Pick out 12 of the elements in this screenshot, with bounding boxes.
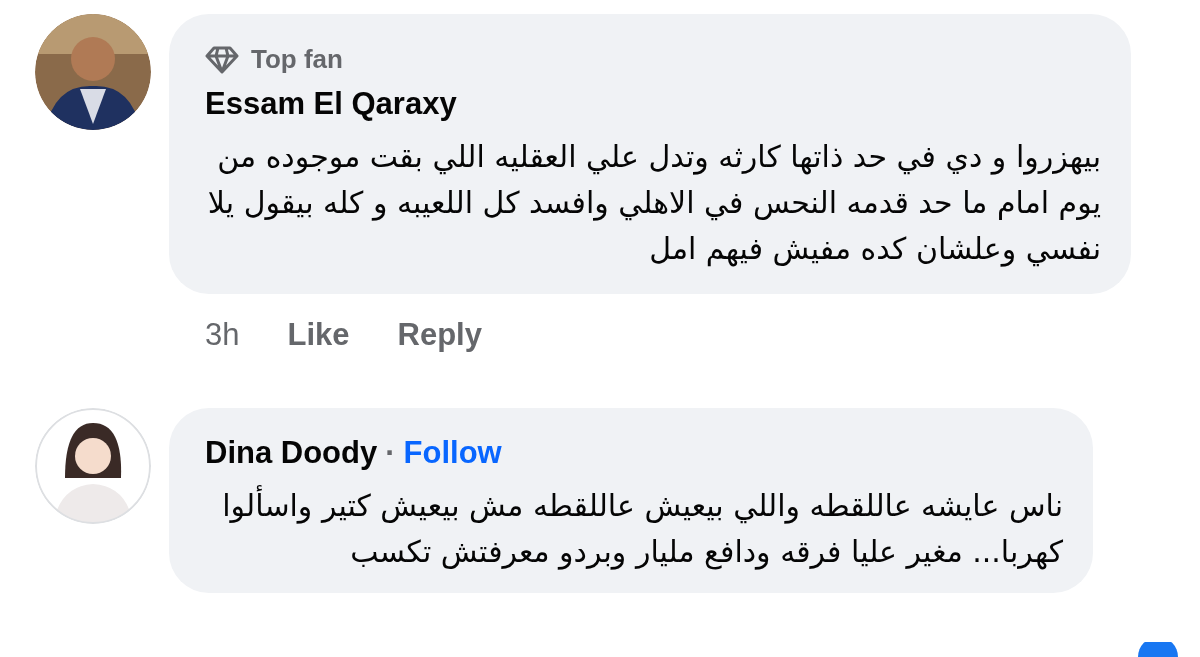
avatar[interactable] [35,408,151,524]
follow-link[interactable]: Follow [403,430,502,477]
separator-dot: · [385,434,396,472]
comment-text: ناس عايشه عاللقطه واللي بيعيش عاللقطه مش بيعيش كتير واسألوا كهربا... مغير عليا فرقه ودافع مليار وبردو معرفتش تكسب [221,484,1063,572]
badge-label: Top fan [251,43,343,76]
action-link[interactable]: Reply [397,311,482,358]
diamond-icon [205,45,239,74]
action-link[interactable]: Like [287,311,350,358]
author-name[interactable]: Dina Doody [205,430,378,477]
comment-text: بيهزروا و دي في حد ذاتها كارثه وتدل علي العقليه اللي بقت موجوده من يوم امام ما حد قدمه النحس في الاهلي وافسد كل اللعيبه و كله بيقول يلا نفسي وعلشان كده مفيش فيهم امل [206,137,1101,269]
author-name[interactable]: Essam El Qaraxy [205,81,457,128]
comment-time: 3h [205,315,240,354]
